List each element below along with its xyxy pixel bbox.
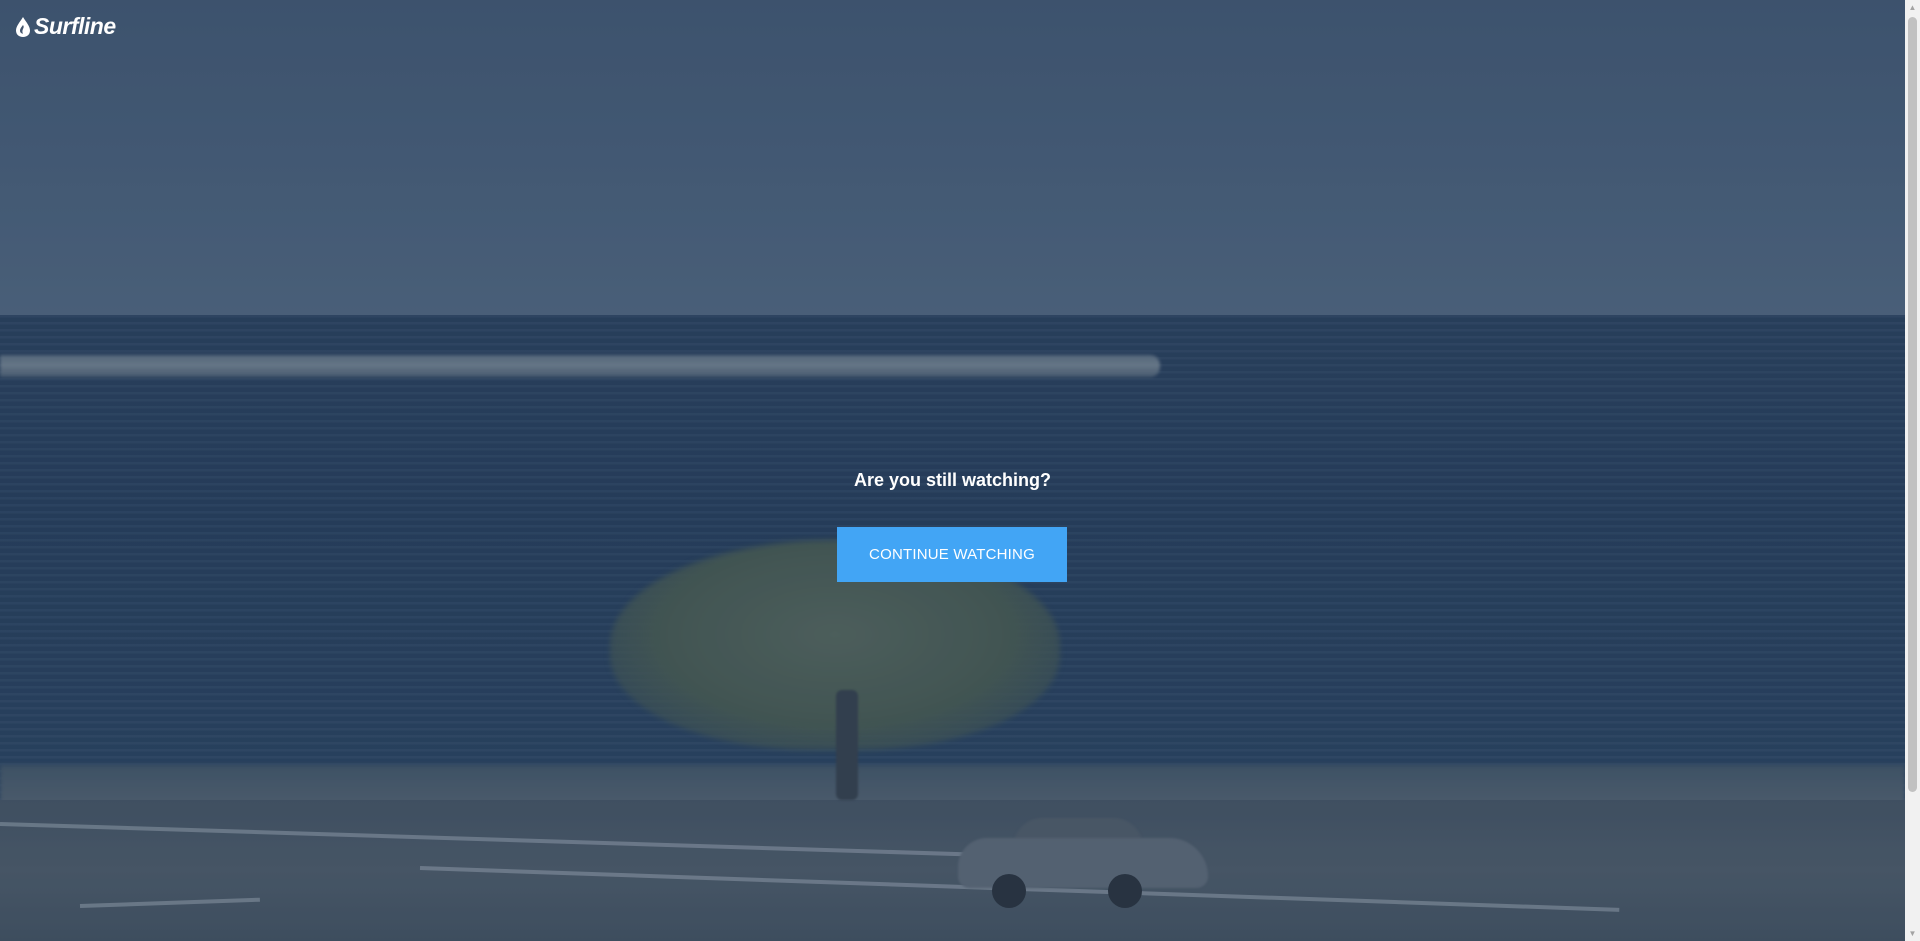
triangle-up-icon: ▲ — [1908, 3, 1917, 12]
page: Surfline Are you still watching? CONTINU… — [0, 0, 1920, 941]
scrollbar-thumb[interactable] — [1908, 17, 1917, 792]
surfline-logo[interactable]: Surfline — [14, 13, 116, 40]
triangle-down-icon: ▼ — [1908, 929, 1917, 938]
logo-wordmark: Surfline — [34, 13, 116, 39]
still-watching-prompt: Are you still watching? — [853, 470, 1052, 490]
scroll-down-button[interactable]: ▼ — [1905, 926, 1920, 941]
scroll-up-button[interactable]: ▲ — [1905, 0, 1920, 15]
cam-viewport: Surfline Are you still watching? CONTINU… — [0, 0, 1905, 941]
continue-watching-button[interactable]: CONTINUE WATCHING — [837, 527, 1067, 582]
vertical-scrollbar[interactable]: ▲ ▼ — [1905, 0, 1920, 941]
drop-icon — [16, 16, 30, 37]
